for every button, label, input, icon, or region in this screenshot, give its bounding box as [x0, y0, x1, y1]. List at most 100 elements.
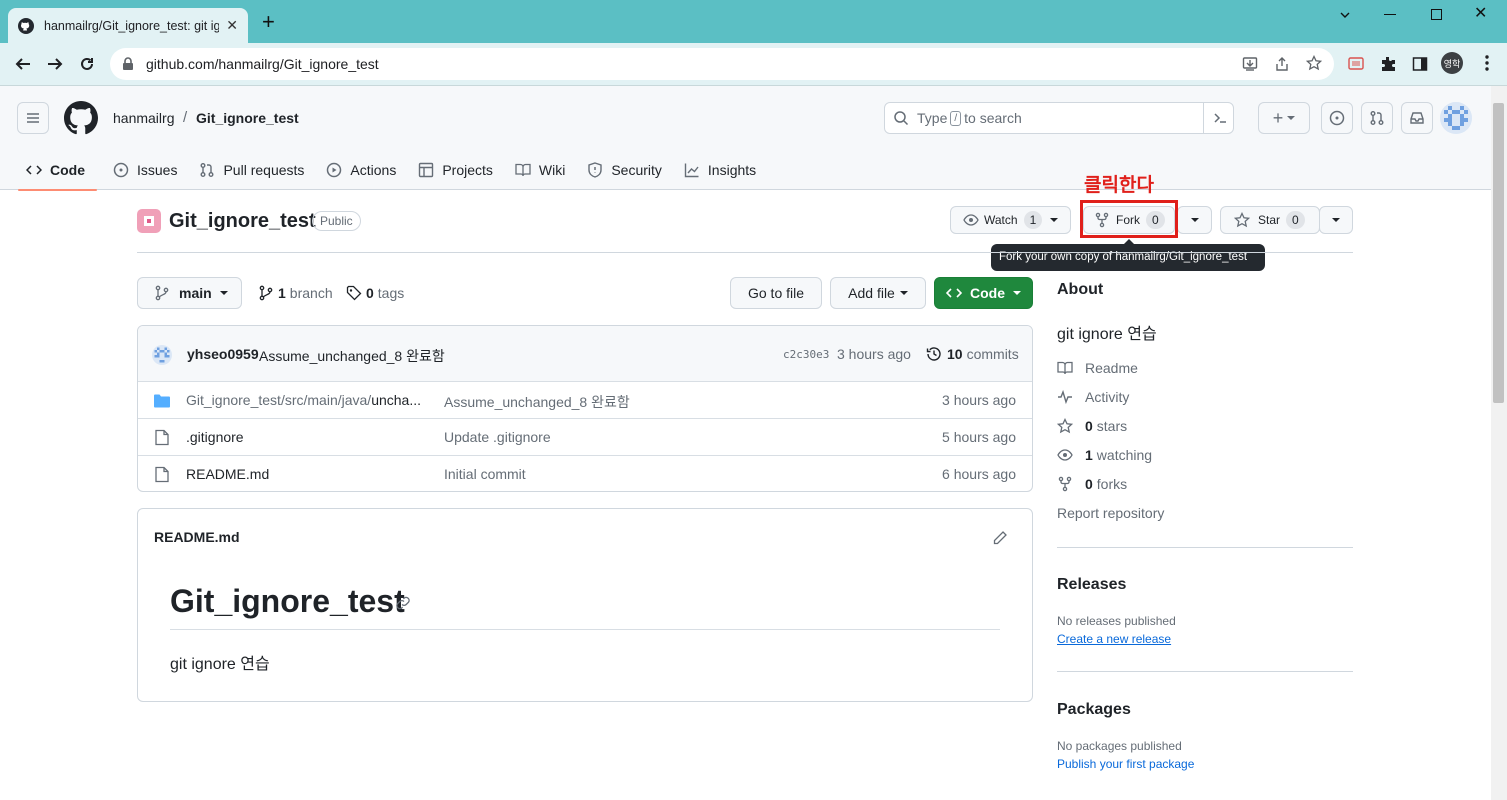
stars-count: 0 — [1085, 418, 1093, 434]
close-window-icon[interactable]: ✕ — [1474, 3, 1487, 23]
code-button-icon — [946, 285, 962, 301]
tab-wiki[interactable]: Wiki — [507, 150, 577, 190]
browser-tab[interactable]: hanmailrg/Git_ignore_test: git ig ✕ — [8, 8, 248, 43]
install-app-icon[interactable] — [1242, 56, 1258, 72]
stars-link[interactable]: 0 stars — [1057, 418, 1127, 434]
commit-sha[interactable]: c2c30e3 — [783, 348, 829, 361]
inbox-button[interactable] — [1401, 102, 1433, 134]
book-icon — [1057, 360, 1085, 376]
pulse-icon — [1057, 389, 1085, 405]
bookmark-star-icon[interactable] — [1306, 55, 1322, 71]
tab-projects[interactable]: Projects — [410, 150, 505, 190]
report-repository-link[interactable]: Report repository — [1057, 505, 1164, 521]
releases-title[interactable]: Releases — [1057, 576, 1126, 594]
activity-label: Activity — [1085, 389, 1130, 405]
go-to-file-button[interactable]: Go to file — [730, 277, 822, 309]
scrollbar-thumb[interactable] — [1493, 103, 1504, 403]
extensions-icon[interactable] — [1380, 56, 1396, 72]
search-input[interactable]: Type / to search — [884, 102, 1234, 134]
file-name[interactable]: .gitignore — [186, 429, 244, 445]
forks-link[interactable]: 0 forks — [1057, 476, 1127, 492]
add-file-button[interactable]: Add file — [830, 277, 926, 309]
issues-button[interactable] — [1321, 102, 1353, 134]
file-commit-message[interactable]: Assume_unchanged_8 완료함 — [444, 392, 630, 412]
star-button[interactable]: Star 0 — [1220, 206, 1320, 234]
back-icon[interactable] — [14, 55, 32, 73]
side-panel-icon[interactable] — [1412, 56, 1428, 72]
command-palette-icon[interactable] — [1203, 103, 1228, 133]
new-tab-icon[interactable]: + — [262, 11, 275, 33]
table-row[interactable]: Git_ignore_test/src/main/java/uncha... A… — [138, 381, 1032, 418]
lock-icon[interactable] — [122, 57, 134, 71]
branch-word: branch — [289, 285, 333, 301]
browser-menu-icon[interactable] — [1484, 54, 1490, 72]
share-icon[interactable] — [1274, 56, 1290, 72]
issue-opened-icon — [1329, 110, 1345, 126]
branch-count: 1 — [278, 285, 286, 301]
watching-count: 1 — [1085, 447, 1093, 463]
repo-title[interactable]: Git_ignore_test — [169, 210, 316, 233]
table-row[interactable]: .gitignore Update .gitignore 5 hours ago — [138, 418, 1032, 455]
commit-author-avatar[interactable] — [152, 345, 172, 365]
forward-icon[interactable] — [46, 55, 64, 73]
watching-link[interactable]: 1 watching — [1057, 447, 1152, 463]
tab-close-icon[interactable]: ✕ — [226, 17, 238, 34]
repo-name-link[interactable]: Git_ignore_test — [196, 110, 299, 126]
readme-filename[interactable]: README.md — [154, 529, 240, 545]
tab-issues[interactable]: Issues — [105, 150, 189, 190]
create-new-button[interactable]: + — [1258, 102, 1310, 134]
anchor-link-icon[interactable] — [395, 595, 411, 611]
add-file-caret-icon — [899, 289, 908, 297]
watch-caret-icon — [1050, 216, 1059, 224]
hamburger-menu-button[interactable] — [17, 102, 49, 134]
table-row[interactable]: README.md Initial commit 6 hours ago — [138, 455, 1032, 491]
pull-requests-button[interactable] — [1361, 102, 1393, 134]
tab-security[interactable]: Security — [579, 150, 674, 190]
create-release-link[interactable]: Create a new release — [1057, 632, 1171, 646]
search-placeholder-suffix: to search — [964, 110, 1022, 126]
branch-selector[interactable]: main — [137, 277, 242, 309]
tab-pull-requests[interactable]: Pull requests — [191, 150, 316, 190]
code-button[interactable]: Code — [934, 277, 1033, 309]
cast-icon[interactable] — [1348, 56, 1364, 72]
tab-label: Issues — [137, 162, 178, 178]
about-description: git ignore 연습 — [1057, 326, 1157, 343]
edit-pencil-icon[interactable] — [992, 530, 1008, 546]
packages-title[interactable]: Packages — [1057, 701, 1131, 719]
commit-author[interactable]: yhseo0959 — [187, 346, 259, 362]
tab-code[interactable]: Code — [18, 150, 97, 191]
reload-icon[interactable] — [78, 55, 96, 73]
repo-owner-link[interactable]: hanmailrg — [113, 110, 174, 126]
maximize-icon[interactable] — [1431, 9, 1442, 20]
branches-link[interactable]: 1 branch — [258, 285, 333, 301]
file-name[interactable]: Git_ignore_test/src/main/java/uncha... — [186, 392, 421, 408]
readme-link[interactable]: Readme — [1057, 360, 1138, 376]
watch-button[interactable]: Watch 1 — [950, 206, 1071, 234]
file-commit-message[interactable]: Update .gitignore — [444, 429, 551, 445]
tab-actions[interactable]: Actions — [318, 150, 408, 190]
add-file-label: Add file — [848, 285, 895, 301]
watch-label: Watch — [984, 213, 1018, 227]
readme-box: README.md Git_ignore_test git ignore 연습 — [137, 508, 1033, 702]
star-dropdown-button[interactable] — [1319, 206, 1353, 234]
commits-link[interactable]: 10 commits — [926, 346, 1019, 362]
file-commit-message[interactable]: Initial commit — [444, 466, 526, 482]
file-time: 6 hours ago — [942, 466, 1016, 482]
tags-link[interactable]: 0 tags — [346, 285, 404, 301]
table-icon — [418, 162, 442, 178]
activity-link[interactable]: Activity — [1057, 389, 1129, 405]
tab-search-chevron-icon[interactable] — [1338, 8, 1352, 22]
user-avatar[interactable] — [1440, 102, 1472, 134]
publish-package-link[interactable]: Publish your first package — [1057, 757, 1194, 771]
address-bar[interactable]: github.com/hanmailrg/Git_ignore_test — [110, 48, 1334, 80]
profile-avatar[interactable]: 영학 — [1441, 52, 1463, 74]
file-name[interactable]: README.md — [186, 466, 269, 482]
tab-insights[interactable]: Insights — [676, 150, 768, 190]
minimize-icon[interactable] — [1384, 14, 1396, 15]
github-logo-icon[interactable] — [64, 101, 98, 135]
file-time: 5 hours ago — [942, 429, 1016, 445]
commit-message[interactable]: Assume_unchanged_8 완료함 — [259, 346, 445, 366]
file-browser: yhseo0959 Assume_unchanged_8 완료함 c2c30e3… — [137, 325, 1033, 492]
fork-dropdown-button[interactable] — [1177, 206, 1212, 234]
repo-nav: Code Issues Pull requests Actions Projec… — [18, 150, 770, 191]
